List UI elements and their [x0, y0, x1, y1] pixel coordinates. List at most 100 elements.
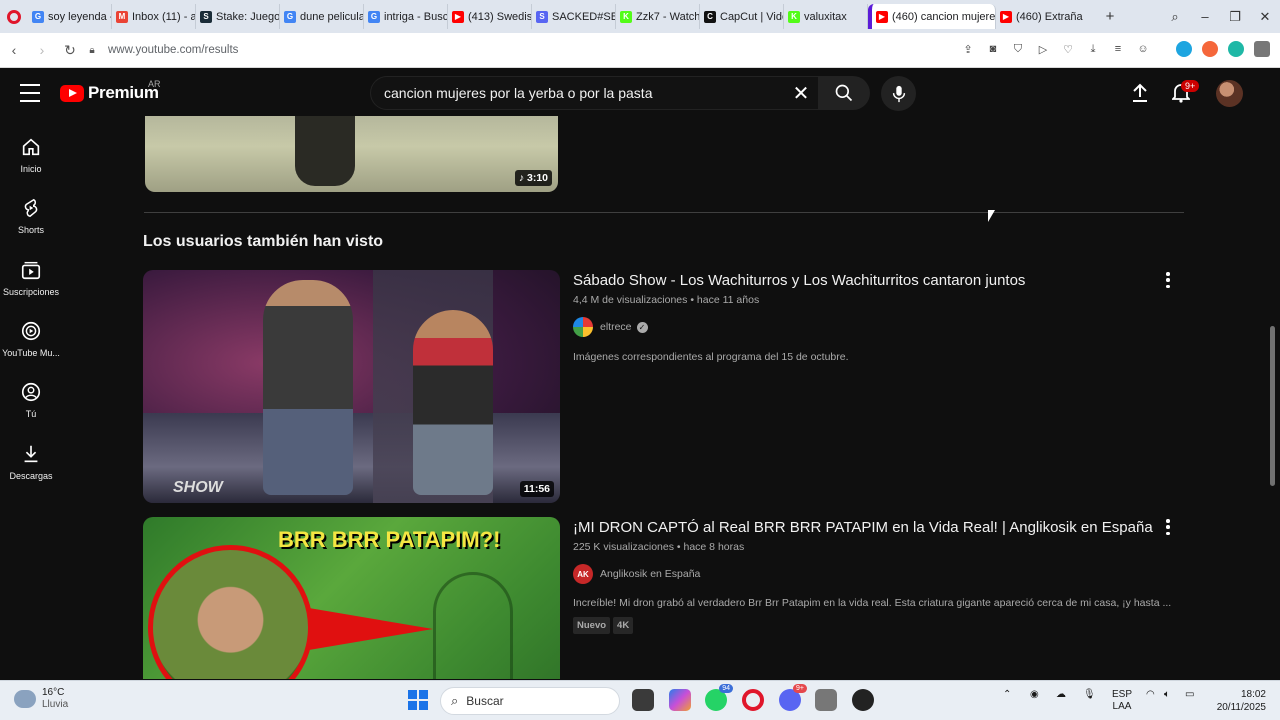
tab-label: soy leyenda -	[48, 10, 112, 23]
battery-icon[interactable]: ▭	[1185, 689, 1194, 700]
clear-search-icon[interactable]: ✕	[786, 78, 816, 108]
thumbnail-circle	[148, 545, 313, 679]
youtube-icon: ▶	[1000, 10, 1012, 23]
extension-icon[interactable]	[1228, 41, 1244, 57]
browser-tab[interactable]: Gintriga - Busc	[364, 4, 448, 29]
taskbar-search-input[interactable]: ⌕ Buscar	[440, 687, 620, 715]
upload-button[interactable]	[1128, 81, 1152, 105]
obs-icon[interactable]	[852, 689, 874, 711]
copilot-icon[interactable]	[669, 689, 691, 711]
more-options-icon[interactable]	[1163, 272, 1173, 288]
mouse-cursor-icon	[988, 210, 995, 222]
sidebar-item-tu[interactable]: Tú	[0, 379, 62, 435]
menu-icon[interactable]	[20, 84, 40, 102]
video-thumbnail[interactable]: SHOW 11:56	[143, 270, 560, 503]
avatar[interactable]	[1216, 80, 1243, 107]
browser-tab[interactable]: Kvaluxitax	[784, 4, 868, 29]
maximize-button[interactable]: ❐	[1220, 0, 1250, 33]
app-icon[interactable]	[815, 689, 837, 711]
video-thumbnail[interactable]: BRR BRR PATAPIM?!	[143, 517, 560, 679]
opera-icon[interactable]	[742, 689, 764, 711]
verified-icon: ✓	[636, 321, 648, 333]
tab-next[interactable]: ▶ (460) Extraña	[996, 4, 1092, 29]
browser-tab[interactable]: M Inbox (11) - a	[112, 4, 196, 29]
search-tabs-icon[interactable]: ⌕	[1160, 0, 1190, 33]
tray-app-icon[interactable]: ◉	[1030, 689, 1039, 700]
browser-tab[interactable]: ▶ (413) Swedish	[448, 4, 532, 29]
tab-label: dune pelicula	[300, 10, 364, 23]
whatsapp-icon[interactable]: 94	[705, 684, 733, 711]
video-badges: Nuevo 4K	[573, 617, 636, 634]
channel-link[interactable]: AK Anglikosik en España	[573, 564, 700, 584]
heart-icon[interactable]: ♡	[1061, 42, 1075, 56]
thumbnail-text: SHOW	[173, 479, 223, 496]
volume-icon[interactable]: 🔈︎	[1164, 689, 1170, 700]
clock[interactable]: 18:02 20/11/2025	[1217, 688, 1266, 714]
tab-label: Stake: Juegos	[216, 10, 280, 23]
menu-icon[interactable]: ≡	[1111, 42, 1125, 56]
url-field[interactable]: www.youtube.com/results	[108, 44, 238, 56]
gmail-icon: M	[116, 10, 128, 23]
discord-icon[interactable]: 9+	[779, 684, 807, 711]
close-window-button[interactable]: ✕	[1250, 0, 1280, 33]
address-bar: ‹ › ↻ 🔒︎ www.youtube.com/results ⇪ ◙ ⛉ ▷…	[0, 33, 1280, 68]
browser-tab[interactable]: K Zzk7 - Watch	[616, 4, 700, 29]
scrollbar[interactable]	[1270, 326, 1275, 486]
browser-tab[interactable]: S Stake: Juegos	[196, 4, 280, 29]
extension-icon[interactable]	[1202, 41, 1218, 57]
microphone-tray-icon[interactable]: 🎙︎	[1083, 689, 1096, 700]
minimize-button[interactable]: –	[1190, 0, 1220, 33]
camera-icon[interactable]: ◙	[986, 42, 1000, 56]
search-input[interactable]: cancion mujeres por la yerba o por la pa…	[370, 76, 818, 110]
sidebar-item-suscripciones[interactable]: Suscripciones	[0, 257, 62, 313]
search-icon: ⌕	[451, 693, 459, 708]
youtube-music-icon	[21, 321, 41, 341]
tab-label: CapCut | Vide	[720, 10, 784, 23]
extension-icon[interactable]	[1176, 41, 1192, 57]
back-button[interactable]: ‹	[0, 36, 28, 64]
browser-tab[interactable]: Gsoy leyenda -	[28, 4, 112, 29]
sidebar-item-shorts[interactable]: Shorts	[0, 195, 62, 251]
more-options-icon[interactable]	[1163, 519, 1173, 535]
tab-label: intriga - Busc	[384, 10, 448, 23]
browser-tab-strip: Gsoy leyenda - M Inbox (11) - a S Stake: Ju…	[0, 0, 1280, 33]
new-tab-button[interactable]: +	[1098, 5, 1122, 29]
subscriptions-icon	[21, 261, 41, 280]
share-icon[interactable]: ⇪	[961, 42, 975, 56]
onedrive-icon[interactable]: ☁	[1056, 689, 1066, 700]
notifications-button[interactable]: 9+	[1169, 80, 1200, 105]
shield-icon[interactable]: ⛉	[1011, 42, 1025, 56]
wifi-icon[interactable]: ◠	[1146, 689, 1155, 700]
windows-start-icon[interactable]	[408, 690, 428, 710]
video-title[interactable]: Sábado Show - Los Wachiturros y Los Wach…	[573, 272, 1025, 289]
download-icon[interactable]: ⤓	[1086, 42, 1100, 56]
youtube-logo[interactable]: Premium AR	[60, 79, 161, 103]
player-icon[interactable]: ▷	[1036, 42, 1050, 56]
duration-badge: ♪ 3:10	[514, 170, 552, 186]
opera-logo-icon[interactable]	[0, 0, 28, 33]
thumbnail-footprint	[433, 572, 513, 679]
extensions-icon[interactable]	[1254, 41, 1270, 57]
channel-link[interactable]: eltrece ✓	[573, 317, 648, 337]
profile-icon[interactable]: ☺	[1136, 42, 1150, 56]
forward-button[interactable]: ›	[28, 36, 56, 64]
video-title[interactable]: ¡MI DRON CAPTÓ al Real BRR BRR PATAPIM e…	[573, 519, 1153, 536]
browser-tab[interactable]: Gdune pelicula	[280, 4, 364, 29]
tab-label: SACKED#SBS	[552, 10, 615, 23]
reload-button[interactable]: ↻	[56, 36, 84, 64]
tray-chevron-icon[interactable]: ⌃	[1003, 689, 1011, 700]
voice-search-button[interactable]	[881, 76, 916, 111]
new-badge: Nuevo	[573, 617, 611, 634]
sidebar-item-descargas[interactable]: Descargas	[0, 441, 62, 497]
sidebar-item-inicio[interactable]: Inicio	[0, 134, 62, 190]
browser-tab[interactable]: C CapCut | Vide	[700, 4, 784, 29]
tab-active[interactable]: ▶ (460) cancion mujeres	[868, 4, 996, 29]
video-thumbnail[interactable]: ♪ 3:10	[145, 116, 558, 192]
language-indicator[interactable]: ESP LAA	[1112, 689, 1132, 713]
search-button[interactable]	[818, 76, 870, 110]
weather-widget[interactable]: 16°C Lluvia	[14, 687, 68, 711]
sidebar-item-youtube-music[interactable]: YouTube Mu...	[0, 318, 62, 374]
browser-tab[interactable]: S SACKED#SBS	[532, 4, 616, 29]
video-description: Imágenes correspondientes al programa de…	[573, 351, 849, 363]
file-explorer-icon[interactable]	[632, 689, 654, 711]
